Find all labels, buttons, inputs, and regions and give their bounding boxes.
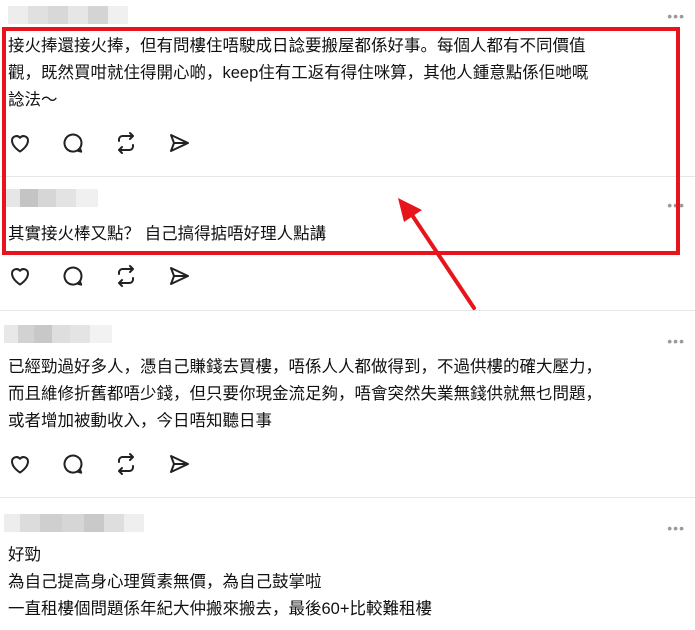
post-3: ••• 已經勁過好多人，憑自己賺錢去買樓，唔係人人都做得到，不過供樓的確大壓力，…: [0, 311, 695, 497]
share-icon[interactable]: [167, 131, 193, 157]
more-options-icon[interactable]: •••: [667, 8, 685, 24]
post-2: ••• 其實接火棒又點？ 自己搞得掂唔好理人點講: [0, 177, 695, 310]
author-name-blurred[interactable]: [8, 6, 128, 24]
author-name-blurred[interactable]: [4, 189, 98, 207]
repost-icon[interactable]: [114, 452, 140, 478]
more-options-icon[interactable]: •••: [667, 520, 685, 536]
repost-icon[interactable]: [114, 264, 140, 290]
author-name-blurred[interactable]: [4, 514, 144, 532]
post-text: 接火捧還接火捧，但有問樓住唔駛成日諗要搬屋都係好事。每個人都有不同價值 觀，既然…: [8, 37, 589, 109]
comment-icon[interactable]: [61, 452, 87, 478]
post-4: ••• 好勁 為自己提高身心理質素無價，為自己鼓掌啦 一直租樓個問題係年紀大仲搬…: [0, 498, 695, 630]
more-options-icon[interactable]: •••: [667, 197, 685, 213]
post-1: ••• 接火捧還接火捧，但有問樓住唔駛成日諗要搬屋都係好事。每個人都有不同價值 …: [0, 0, 695, 176]
post-text: 已經勁過好多人，憑自己賺錢去買樓，唔係人人都做得到，不過供樓的確大壓力， 而且維…: [8, 358, 602, 430]
share-icon[interactable]: [167, 264, 193, 290]
author-name-blurred[interactable]: [4, 325, 112, 343]
comment-icon[interactable]: [61, 131, 87, 157]
post-text: 其實接火棒又點？ 自己搞得掂唔好理人點講: [8, 225, 327, 243]
heart-icon[interactable]: [8, 452, 34, 478]
post-text: 好勁 為自己提高身心理質素無價，為自己鼓掌啦 一直租樓個問題係年紀大仲搬來搬去，…: [8, 546, 432, 618]
repost-icon[interactable]: [114, 131, 140, 157]
heart-icon[interactable]: [8, 264, 34, 290]
comment-icon[interactable]: [61, 264, 87, 290]
heart-icon[interactable]: [8, 131, 34, 157]
more-options-icon[interactable]: •••: [667, 333, 685, 349]
share-icon[interactable]: [167, 452, 193, 478]
